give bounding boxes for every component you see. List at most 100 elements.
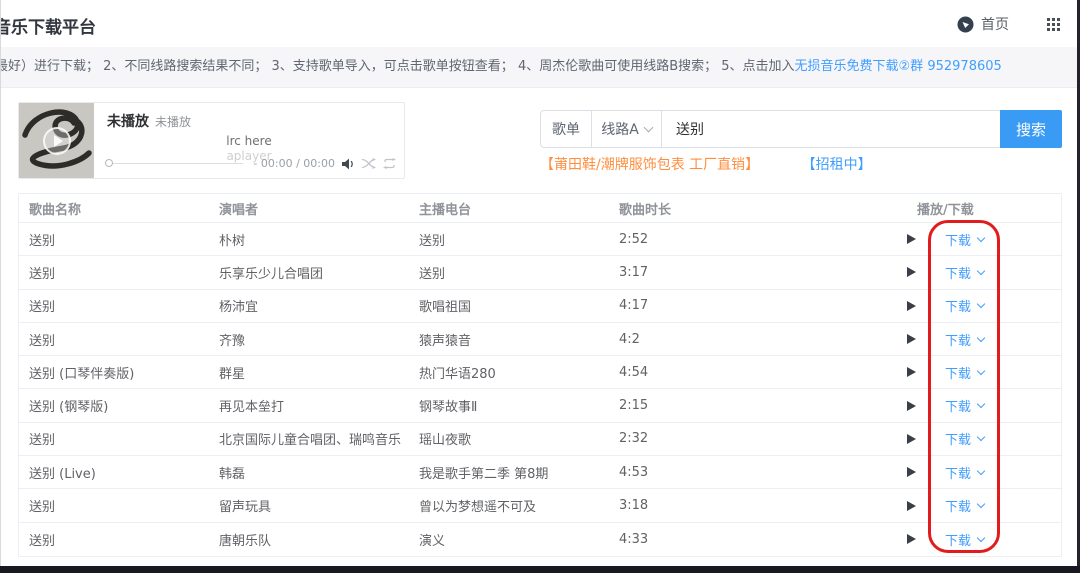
play-button[interactable] bbox=[907, 534, 916, 544]
download-dropdown[interactable]: 下载 bbox=[945, 330, 984, 349]
volume-icon[interactable] bbox=[342, 158, 355, 170]
cell-duration: 2:15 bbox=[619, 398, 819, 413]
download-chevron-icon bbox=[977, 233, 985, 241]
download-chevron-icon bbox=[977, 367, 985, 375]
table-row: 送别 留声玩具 曾以为梦想遥不可及 3:18 下载 bbox=[19, 489, 1061, 522]
cell-station: 钢琴故事Ⅱ bbox=[419, 396, 619, 415]
playlist-button[interactable]: 歌单 bbox=[540, 110, 592, 148]
download-chevron-icon bbox=[977, 267, 985, 275]
window-bottom-edge bbox=[0, 566, 1080, 573]
play-button[interactable] bbox=[907, 434, 916, 444]
ad-link-factory[interactable]: 【莆田鞋/潮牌服饰包表 工厂直销】 bbox=[540, 157, 759, 173]
player-song-title: 未播放未播放 bbox=[107, 111, 191, 131]
download-link-label: 下载 bbox=[945, 530, 971, 549]
cell-station: 送别 bbox=[419, 263, 619, 282]
play-button[interactable] bbox=[907, 367, 916, 377]
loop-icon[interactable] bbox=[383, 158, 396, 169]
cell-song-name: 送别 bbox=[19, 263, 219, 282]
table-row: 送别 齐豫 猿声猿音 4:2 下载 bbox=[19, 323, 1061, 356]
qq-group-link[interactable]: 无损音乐免费下载②群 952978605 bbox=[795, 59, 1002, 74]
table-row: 送别 唐朝乐队 演义 4:33 下载 bbox=[19, 523, 1061, 556]
play-button[interactable] bbox=[907, 234, 916, 244]
download-link-label: 下载 bbox=[945, 396, 971, 415]
compass-circle-icon bbox=[957, 16, 974, 33]
player-lyrics: lrc here bbox=[94, 134, 404, 148]
download-dropdown[interactable]: 下载 bbox=[945, 296, 984, 315]
play-button[interactable] bbox=[907, 501, 916, 511]
cell-singer: 齐豫 bbox=[219, 330, 419, 349]
cell-song-name: 送别 bbox=[19, 296, 219, 315]
home-link[interactable]: 首页 bbox=[957, 14, 1009, 34]
download-dropdown[interactable]: 下载 bbox=[945, 230, 984, 249]
download-chevron-icon bbox=[977, 500, 985, 508]
search-input[interactable] bbox=[662, 110, 1000, 148]
cell-song-name: 送别 (钢琴版) bbox=[19, 396, 219, 415]
table-row: 送别 朴树 送别 2:52 下载 bbox=[19, 223, 1061, 256]
progress-thumb[interactable] bbox=[105, 159, 113, 167]
cell-duration: 2:32 bbox=[619, 431, 819, 446]
album-art[interactable] bbox=[19, 103, 94, 178]
cell-station: 热门华语280 bbox=[419, 363, 619, 382]
play-button[interactable] bbox=[907, 401, 916, 411]
ad-links: 【莆田鞋/潮牌服饰包表 工厂直销】 【招租中】 bbox=[540, 154, 872, 174]
line-select[interactable]: 线路A bbox=[592, 110, 662, 148]
download-chevron-icon bbox=[977, 333, 985, 341]
table-row: 送别 (钢琴版) 再见本垒打 钢琴故事Ⅱ 2:15 下载 bbox=[19, 389, 1061, 422]
table-row: 送别 乐享乐少儿合唱团 送别 3:17 下载 bbox=[19, 256, 1061, 289]
page-title: 音乐下载平台 bbox=[0, 13, 96, 38]
notice-bar: 最好）进行下载； 2、不同线路搜索结果不同； 3、支持歌单导入，可点击歌单按钮查… bbox=[0, 47, 1080, 88]
download-link-label: 下载 bbox=[945, 230, 971, 249]
table-row: 送别 (口琴伴奏版) 群星 热门华语280 4:54 下载 bbox=[19, 356, 1061, 389]
download-dropdown[interactable]: 下载 bbox=[945, 496, 984, 515]
col-header-song-name: 歌曲名称 bbox=[19, 199, 219, 218]
player-time: - 00:00 / 00:00 bbox=[253, 157, 335, 170]
play-button[interactable] bbox=[907, 467, 916, 477]
line-select-value: 线路A bbox=[601, 119, 639, 139]
download-dropdown[interactable]: 下载 bbox=[945, 263, 984, 282]
download-dropdown[interactable]: 下载 bbox=[945, 396, 984, 415]
play-button[interactable] bbox=[907, 301, 916, 311]
search-button[interactable]: 搜索 bbox=[1000, 110, 1062, 148]
cell-singer: 韩磊 bbox=[219, 463, 419, 482]
download-link-label: 下载 bbox=[945, 496, 971, 515]
cell-station: 我是歌手第二季 第8期 bbox=[419, 463, 619, 482]
play-button[interactable] bbox=[907, 334, 916, 344]
cell-singer: 北京国际儿童合唱团、瑞鸣音乐 bbox=[219, 429, 419, 448]
cell-duration: 4:33 bbox=[619, 532, 819, 547]
cell-duration: 4:53 bbox=[619, 465, 819, 480]
table-header-row: 歌曲名称 演唱者 主播电台 歌曲时长 播放/下载 bbox=[19, 194, 1061, 223]
download-dropdown[interactable]: 下载 bbox=[945, 429, 984, 448]
cell-duration: 4:2 bbox=[619, 332, 819, 347]
download-dropdown[interactable]: 下载 bbox=[945, 463, 984, 482]
download-link-label: 下载 bbox=[945, 429, 971, 448]
play-button[interactable] bbox=[907, 267, 916, 277]
cell-singer: 群星 bbox=[219, 363, 419, 382]
download-chevron-icon bbox=[977, 400, 985, 408]
cell-duration: 3:17 bbox=[619, 265, 819, 280]
table-row: 送别 杨沛宜 歌唱祖国 4:17 下载 bbox=[19, 290, 1061, 323]
table-row: 送别 北京国际儿童合唱团、瑞鸣音乐 瑶山夜歌 2:32 下载 bbox=[19, 423, 1061, 456]
cell-singer: 留声玩具 bbox=[219, 496, 419, 515]
apps-grid-icon[interactable] bbox=[1047, 18, 1060, 31]
download-dropdown[interactable]: 下载 bbox=[945, 363, 984, 382]
cell-station: 猿声猿音 bbox=[419, 330, 619, 349]
progress-bar[interactable] bbox=[106, 163, 243, 164]
cell-station: 演义 bbox=[419, 530, 619, 549]
cell-duration: 4:54 bbox=[619, 365, 819, 380]
cell-duration: 2:52 bbox=[619, 232, 819, 247]
play-overlay-icon[interactable] bbox=[43, 127, 71, 155]
col-header-station: 主播电台 bbox=[419, 199, 619, 218]
table-row: 送别 (Live) 韩磊 我是歌手第二季 第8期 4:53 下载 bbox=[19, 456, 1061, 489]
download-link-label: 下载 bbox=[945, 363, 971, 382]
home-label: 首页 bbox=[981, 14, 1009, 34]
shuffle-icon[interactable] bbox=[362, 158, 376, 169]
cell-song-name: 送别 bbox=[19, 496, 219, 515]
cell-song-name: 送别 bbox=[19, 330, 219, 349]
cell-duration: 3:18 bbox=[619, 498, 819, 513]
download-dropdown[interactable]: 下载 bbox=[945, 530, 984, 549]
results-table: 歌曲名称 演唱者 主播电台 歌曲时长 播放/下载 送别 朴树 送别 2:52 下… bbox=[18, 193, 1062, 557]
download-link-label: 下载 bbox=[945, 263, 971, 282]
search-bar: 歌单 线路A 搜索 bbox=[540, 110, 1062, 148]
ad-link-rent[interactable]: 【招租中】 bbox=[802, 157, 872, 173]
cell-song-name: 送别 (口琴伴奏版) bbox=[19, 363, 219, 382]
